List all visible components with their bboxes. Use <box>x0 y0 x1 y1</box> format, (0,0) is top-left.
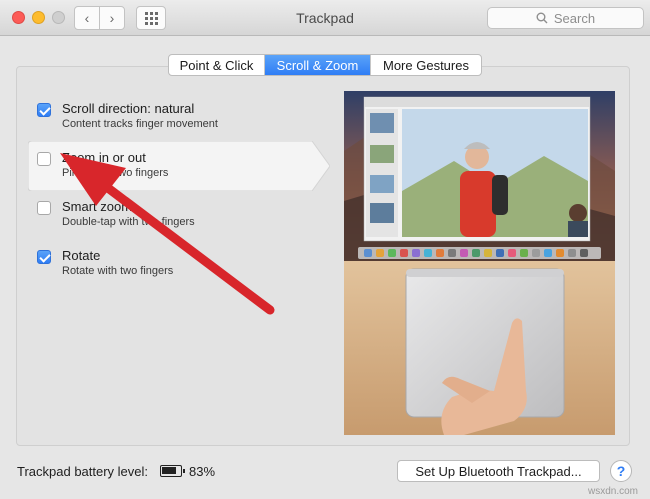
battery-icon <box>160 465 185 477</box>
smart-zoom-checkbox[interactable] <box>37 201 51 215</box>
option-title: Smart zoom <box>62 199 133 214</box>
option-subtitle: Double-tap with two fingers <box>62 216 195 228</box>
search-field[interactable]: Search <box>487 7 644 29</box>
watermark: wsxdn.com <box>588 486 639 497</box>
battery-percent: 83% <box>189 464 216 479</box>
zoom-checkbox[interactable] <box>37 152 51 166</box>
title-bar: ‹ › Trackpad Search <box>0 0 650 36</box>
option-subtitle: Pinch with two fingers <box>62 167 169 179</box>
option-title: Scroll direction: natural <box>62 101 195 116</box>
option-subtitle: Rotate with two fingers <box>62 265 174 277</box>
setup-bluetooth-trackpad-button[interactable]: Set Up Bluetooth Trackpad... <box>397 460 600 482</box>
rotate-checkbox[interactable] <box>37 250 51 264</box>
scroll-direction-checkbox[interactable] <box>37 103 51 117</box>
option-subtitle: Content tracks finger movement <box>62 118 218 130</box>
battery-level-label: Trackpad battery level: <box>17 464 149 479</box>
tab-point-click[interactable]: Point & Click <box>169 55 265 75</box>
search-icon <box>536 12 548 24</box>
option-highlight <box>28 141 330 191</box>
option-title: Zoom in or out <box>62 150 146 165</box>
tab-more-gestures[interactable]: More Gestures <box>371 55 481 75</box>
tab-scroll-zoom[interactable]: Scroll & Zoom <box>265 55 371 75</box>
tab-bar: Point & Click Scroll & Zoom More Gesture… <box>168 54 482 76</box>
option-title: Rotate <box>62 248 101 263</box>
search-placeholder: Search <box>553 10 596 26</box>
gesture-preview-image <box>344 91 615 435</box>
help-icon[interactable]: ? <box>610 460 632 482</box>
